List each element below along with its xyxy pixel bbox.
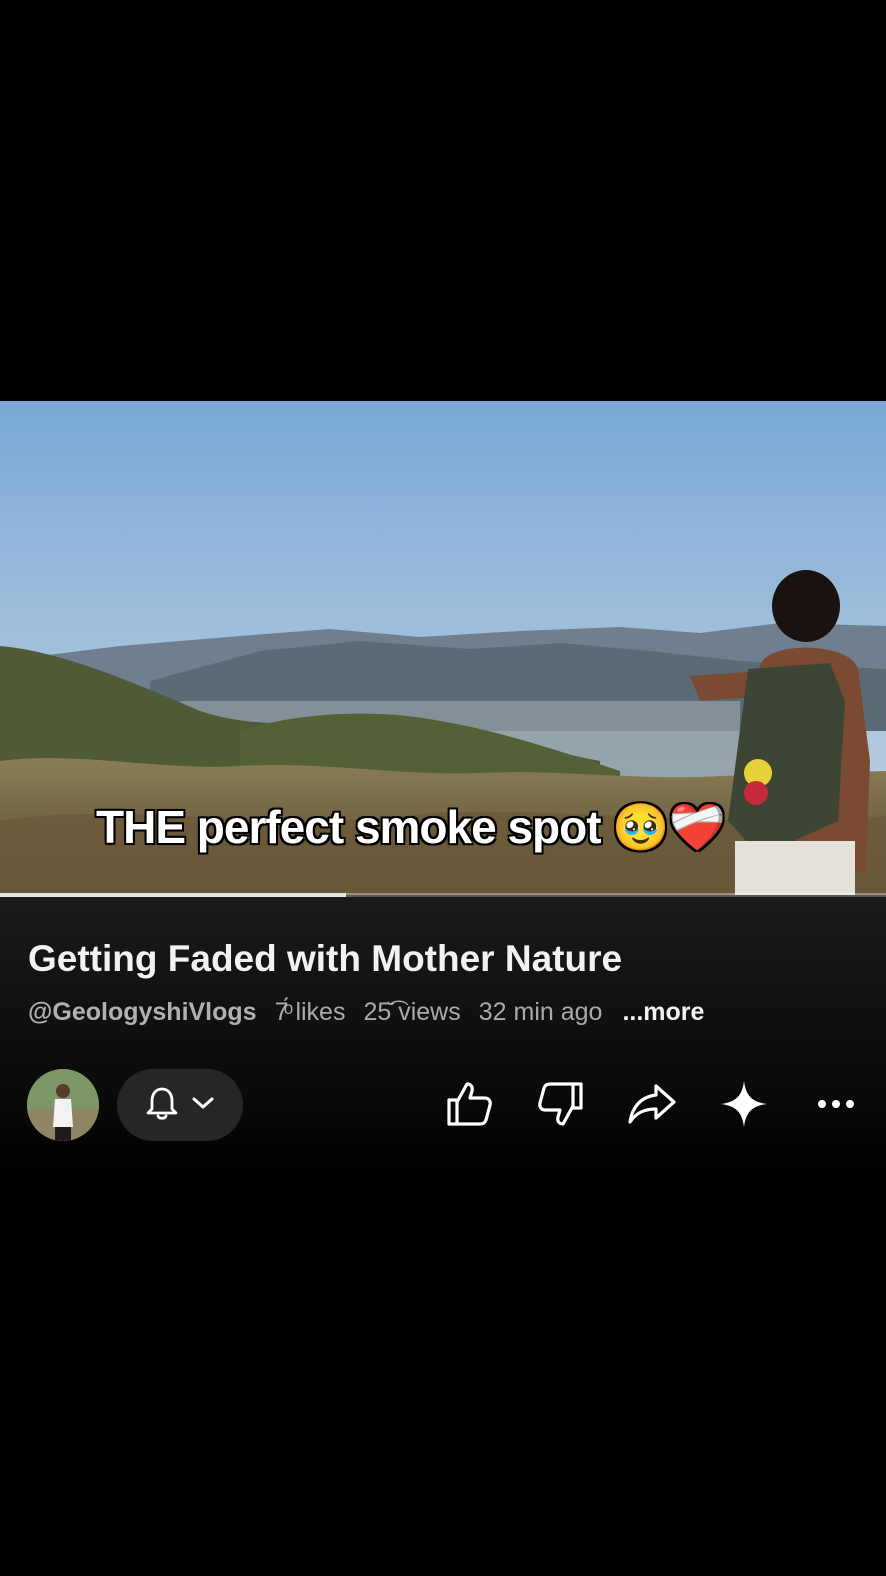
views-count: 25̆͡ views bbox=[363, 998, 460, 1027]
more-options-button[interactable] bbox=[808, 1078, 864, 1134]
dislike-button[interactable] bbox=[533, 1078, 589, 1134]
more-icon bbox=[810, 1094, 862, 1119]
thumbs-up-icon bbox=[443, 1078, 495, 1135]
likes-value: 7́ͦ bbox=[274, 998, 289, 1026]
share-button[interactable] bbox=[624, 1078, 680, 1134]
views-value: 25̆͡ bbox=[363, 998, 392, 1026]
share-icon bbox=[626, 1078, 678, 1135]
sparkle-icon bbox=[718, 1078, 770, 1135]
views-label: views bbox=[398, 998, 461, 1026]
bell-icon bbox=[145, 1085, 179, 1126]
more-button[interactable]: ...more bbox=[622, 998, 704, 1027]
likes-label: likes bbox=[295, 998, 346, 1026]
likes-count: 7́ͦ likes bbox=[275, 998, 346, 1027]
channel-handle[interactable]: @GeologyshiVlogs bbox=[28, 998, 257, 1027]
notification-bell-button[interactable] bbox=[117, 1069, 243, 1141]
chevron-down-icon bbox=[191, 1095, 215, 1116]
video-title[interactable]: Getting Faded with Mother Nature bbox=[28, 938, 622, 980]
video-meta-row: @GeologyshiVlogs 7́ͦ likes 25̆͡ views 32… bbox=[28, 998, 704, 1027]
like-button[interactable] bbox=[441, 1078, 497, 1134]
avatar[interactable] bbox=[27, 1069, 99, 1141]
thumbs-down-icon bbox=[535, 1078, 587, 1135]
video-caption: THE perfect smoke spot 🥹❤️‍🩹 bbox=[96, 801, 726, 853]
upload-age: 32 min ago bbox=[478, 998, 603, 1026]
remix-button[interactable] bbox=[716, 1078, 772, 1134]
